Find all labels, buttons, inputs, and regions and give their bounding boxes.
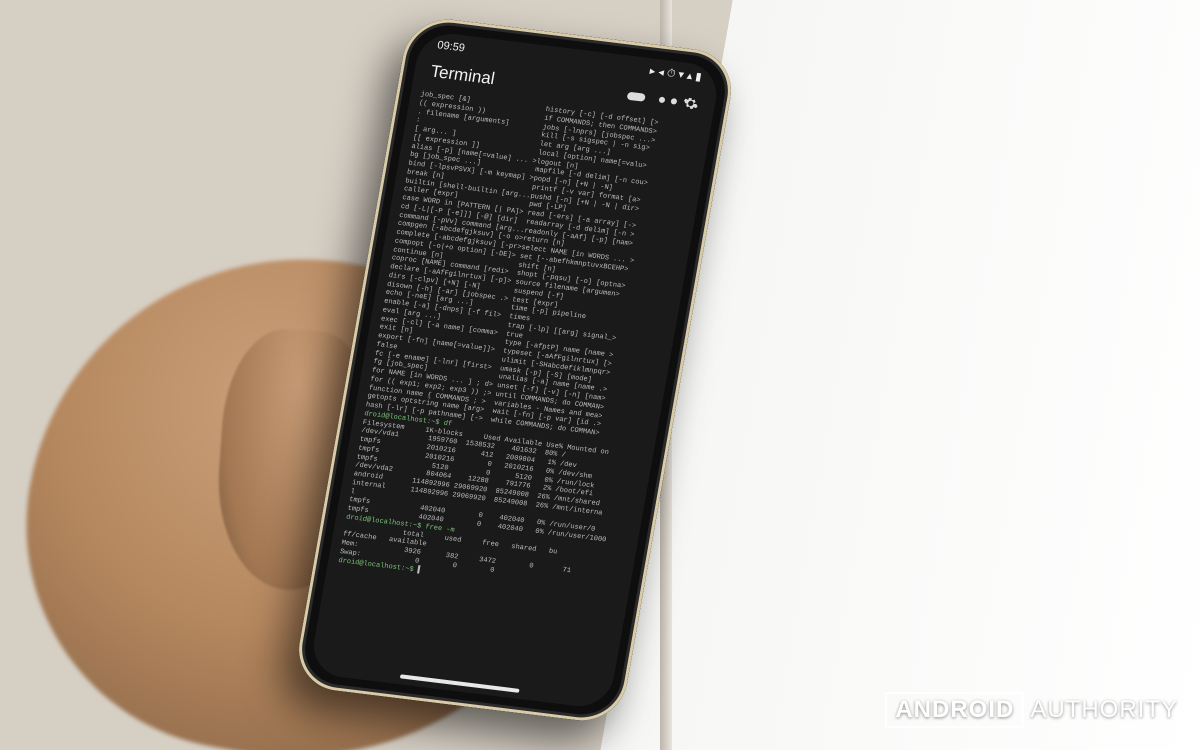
watermark-brand: ANDROID	[885, 692, 1024, 728]
dot-icon	[659, 97, 666, 104]
photo-scene: 09:59 ▸ ◂ ⏱ ▾ ▴ ▮ Terminal job_spec [&] …	[0, 0, 1200, 750]
app-title: Terminal	[429, 62, 496, 90]
terminal-output[interactable]: job_spec [&] history [-c] [-d offset] [>…	[325, 85, 712, 614]
watermark-text: AUTHORITY	[1030, 696, 1178, 724]
status-time: 09:59	[436, 39, 465, 54]
header-pill-icon	[627, 92, 646, 102]
gesture-bar[interactable]	[400, 674, 520, 693]
watermark: ANDROID AUTHORITY	[885, 692, 1178, 728]
dot-icon	[670, 98, 677, 105]
gear-icon[interactable]	[681, 95, 700, 113]
header-actions	[626, 88, 700, 113]
status-icons: ▸ ◂ ⏱ ▾ ▴ ▮	[649, 64, 703, 84]
